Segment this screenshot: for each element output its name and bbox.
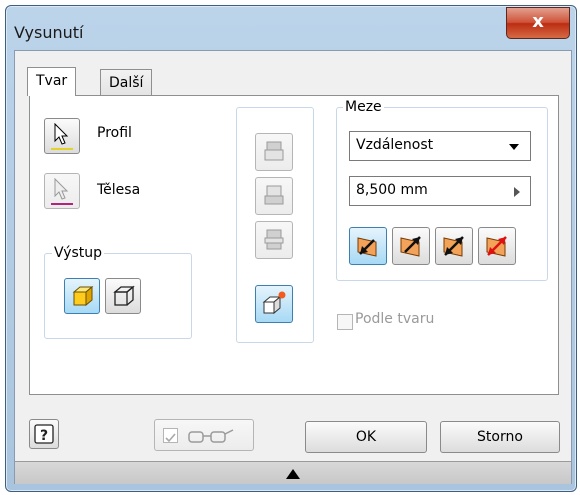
distance-value: 8,500 mm [356,182,428,198]
direction-one-side-button[interactable] [255,133,293,171]
glasses-icon [188,429,234,443]
tab-tvar-label: Tvar [36,73,68,89]
tab-tvar[interactable]: Tvar [27,67,77,96]
extrude-direction-icon [264,229,284,250]
tab-panel: Profil Tělesa Výstup Meze Vzdálenost 8,5… [29,95,559,395]
surface-cube-icon [113,285,135,306]
extent-direction-1-button[interactable] [349,227,387,265]
title-bar[interactable]: Vysunutí x [6,6,576,42]
chevron-right-icon [514,187,520,197]
direction-symmetric-button[interactable] [255,221,293,259]
extent-type-dropdown[interactable]: Vzdálenost [349,131,531,161]
preview-checkbox[interactable] [163,428,178,443]
profile-select-button[interactable] [44,118,80,154]
extrude-direction-icon [264,141,284,161]
direction-arrow-icon [400,236,421,257]
help-icon: ? [34,424,54,444]
dialog-client: Tvar Další Profil Tělesa Výstup Meze Vzd… [14,50,572,484]
check-icon [165,433,176,443]
extrude-direction-icon [264,185,284,205]
extent-type-value: Vzdálenost [356,137,434,153]
match-shape-label: Podle tvaru [355,311,435,327]
ok-label: OK [355,429,377,445]
expand-grip[interactable] [15,461,571,484]
output-group-title: Výstup [52,245,105,261]
svg-text:?: ? [40,428,48,444]
cancel-button[interactable]: Storno [440,421,560,453]
extent-direction-2-button[interactable] [392,227,430,265]
close-button[interactable]: x [506,7,570,39]
bodies-select-button[interactable] [44,173,80,209]
cursor-arrow-icon [51,177,73,205]
profile-label: Profil [97,125,132,141]
match-shape-checkbox[interactable] [337,314,353,330]
extent-asymmetric-button[interactable] [478,227,516,265]
direction-asymmetric-button[interactable] [255,285,293,323]
extents-group-title: Meze [343,99,384,115]
asymmetric-arrow-icon [486,236,507,257]
dialog-window: Vysunutí x Tvar Další Profil Tělesa Výst… [5,5,577,492]
output-solid-button[interactable] [64,278,100,314]
distance-input[interactable]: 8,500 mm [349,176,531,206]
tab-dalsi[interactable]: Další [100,69,153,96]
preview-toggle-button[interactable] [154,419,254,451]
bodies-label: Tělesa [97,182,141,198]
direction-other-side-button[interactable] [255,177,293,215]
triangle-up-icon [286,469,300,479]
extent-symmetric-button[interactable] [435,227,473,265]
close-icon: x [532,11,544,32]
window-title: Vysunutí [14,23,84,42]
output-surface-button[interactable] [105,278,141,314]
direction-arrow-icon [357,237,377,257]
tab-dalsi-label: Další [109,75,144,91]
chevron-down-icon [509,144,519,150]
ok-button[interactable]: OK [305,421,427,453]
solid-cube-icon [72,285,94,307]
asymmetric-extrude-icon [262,291,286,315]
cancel-label: Storno [477,429,523,445]
symmetric-arrow-icon [443,236,464,257]
help-button[interactable]: ? [29,419,59,449]
cursor-arrow-icon [51,122,73,150]
